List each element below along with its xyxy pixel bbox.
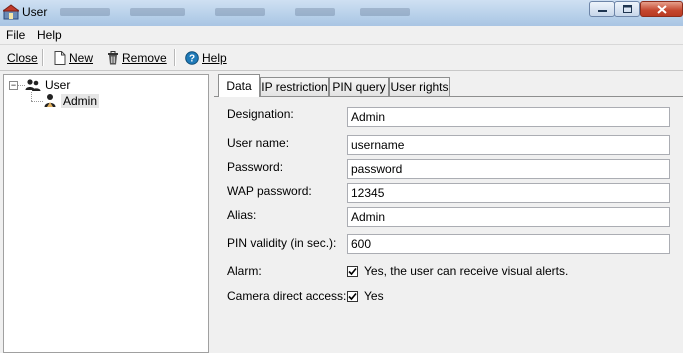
alarm-checkbox-text: Yes, the user can receive visual alerts.: [364, 264, 569, 278]
help-button-label: Help: [202, 51, 227, 65]
new-button[interactable]: New: [54, 49, 93, 67]
title-bar: User: [0, 0, 683, 27]
app-icon: [3, 4, 19, 20]
wap-password-field[interactable]: [347, 183, 670, 203]
remove-button-label: Remove: [122, 51, 167, 65]
designation-label: Designation:: [227, 107, 294, 121]
tree-line: [18, 85, 25, 86]
alarm-checkbox[interactable]: [347, 265, 358, 277]
menu-file[interactable]: File: [6, 28, 25, 42]
tab-ip-restriction[interactable]: IP restriction: [260, 77, 329, 96]
remove-button[interactable]: Remove: [107, 49, 167, 67]
trash-icon: [108, 51, 118, 65]
collapse-toggle[interactable]: −: [9, 81, 18, 90]
menu-help[interactable]: Help: [37, 28, 62, 42]
close-button[interactable]: Close: [7, 49, 38, 67]
password-label: Password:: [227, 160, 284, 174]
wap-password-label: WAP password:: [227, 184, 312, 198]
data-tab-panel: Designation: User name: Password: WAP pa…: [214, 96, 683, 353]
background-blur: [295, 8, 335, 16]
tab-label: IP restriction: [261, 80, 328, 94]
toolbar-separator: [42, 49, 44, 66]
user-icon: [44, 94, 56, 107]
tree-item-admin[interactable]: Admin: [44, 93, 100, 108]
checkmark-icon: [348, 292, 357, 300]
tree-line: [31, 101, 43, 102]
designation-field[interactable]: [347, 107, 670, 127]
alias-label: Alias:: [227, 208, 257, 222]
tree-item-label: Admin: [61, 93, 100, 108]
tab-label: PIN query: [332, 80, 386, 94]
tree-line: [31, 92, 32, 101]
users-group-icon: [25, 79, 41, 91]
maximize-button[interactable]: [614, 1, 640, 17]
username-field[interactable]: [347, 135, 670, 155]
camera-access-checkbox[interactable]: [347, 290, 358, 302]
background-blur: [215, 8, 265, 16]
tab-data[interactable]: Data: [218, 74, 260, 97]
svg-text:?: ?: [189, 54, 195, 65]
user-tree: − User Admin: [3, 74, 209, 353]
tab-user-rights[interactable]: User rights: [389, 77, 450, 96]
alarm-label: Alarm:: [227, 264, 262, 278]
pin-validity-label: PIN validity (in sec.):: [227, 236, 337, 250]
new-button-label: New: [69, 51, 94, 65]
pin-validity-field[interactable]: [347, 234, 670, 254]
new-document-icon: [54, 51, 66, 65]
menu-bar: File Help: [0, 26, 683, 45]
tree-item-label: User: [45, 78, 71, 92]
toolbar-separator: [174, 49, 176, 66]
close-button-label: Close: [7, 51, 38, 65]
alarm-checkbox-row[interactable]: Yes, the user can receive visual alerts.: [347, 264, 568, 278]
toolbar: Close New Remove ? Help: [0, 45, 683, 71]
maximize-icon: [622, 5, 632, 13]
close-icon: [656, 4, 667, 14]
password-field[interactable]: [347, 159, 670, 179]
window-title: User: [22, 5, 48, 19]
tab-pin-query[interactable]: PIN query: [329, 77, 389, 96]
camera-access-label: Camera direct access:: [227, 289, 347, 303]
username-label: User name:: [227, 136, 290, 150]
alias-field[interactable]: [347, 207, 670, 227]
background-blur: [60, 8, 110, 16]
camera-checkbox-row[interactable]: Yes: [347, 289, 384, 303]
help-button[interactable]: ? Help: [185, 49, 227, 67]
minimize-button[interactable]: [589, 1, 615, 17]
camera-checkbox-text: Yes: [364, 289, 384, 303]
close-window-button[interactable]: [640, 1, 683, 17]
checkmark-icon: [348, 267, 357, 275]
tab-container: Data IP restriction PIN query User right…: [214, 74, 683, 353]
minimize-icon: [597, 10, 607, 12]
tab-label: User rights: [390, 80, 449, 94]
tree-item-user-group[interactable]: User: [25, 78, 70, 92]
tab-label: Data: [226, 79, 252, 93]
help-icon: ?: [185, 51, 199, 65]
background-blur: [360, 8, 410, 16]
background-blur: [130, 8, 185, 16]
